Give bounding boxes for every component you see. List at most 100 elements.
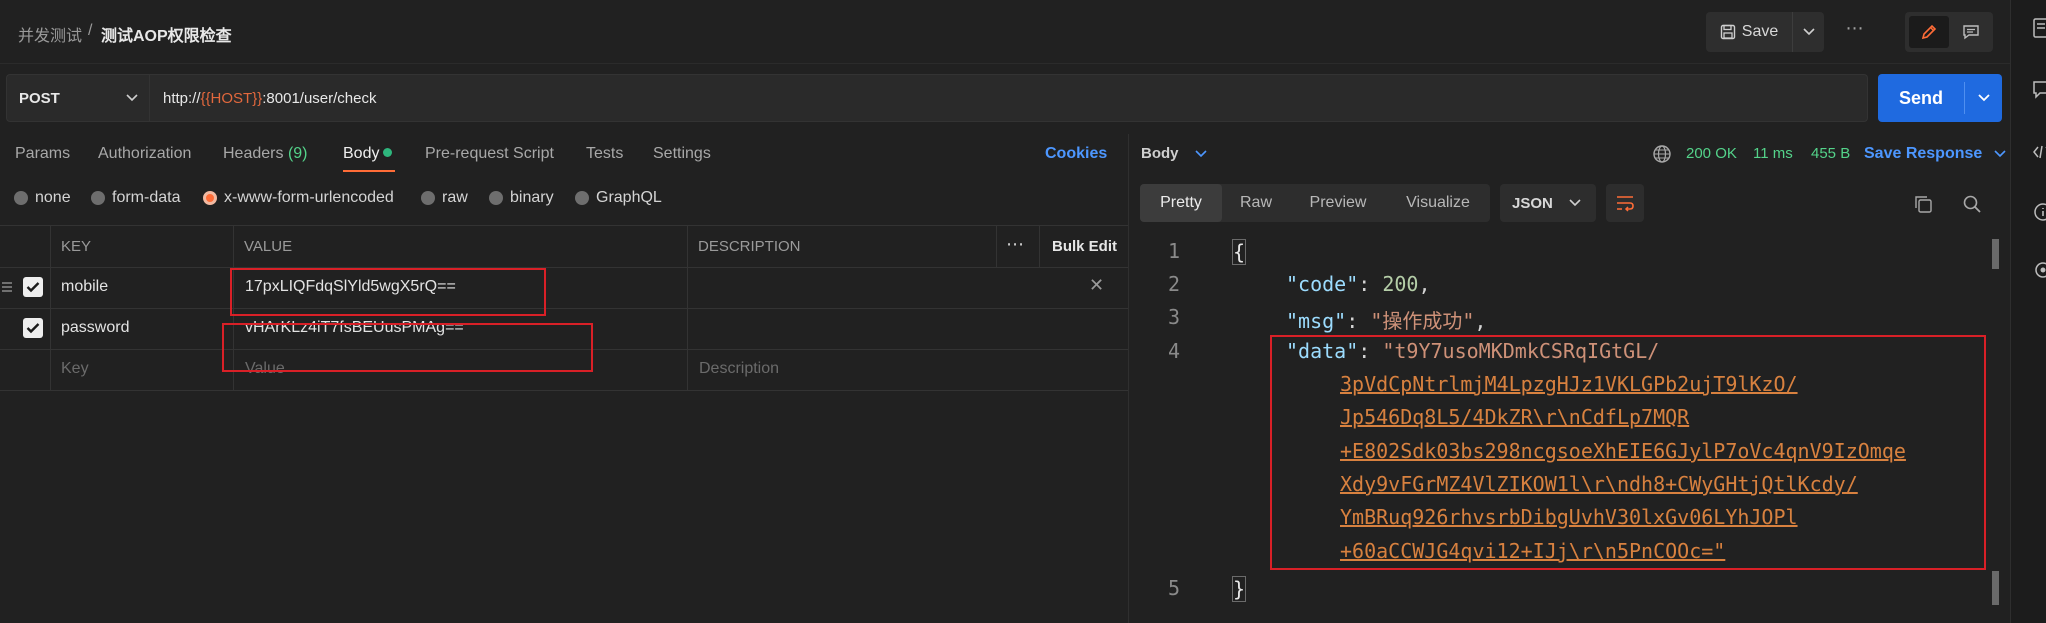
radio-binary[interactable]: binary [489, 189, 554, 207]
send-button-group: Send [1878, 74, 2002, 122]
documentation-icon[interactable] [2033, 18, 2046, 38]
line-number: 1 [1167, 239, 1180, 263]
tab-params[interactable]: Params [15, 145, 70, 163]
cookies-link[interactable]: Cookies [1045, 145, 1107, 163]
save-response-button[interactable]: Save Response [1864, 145, 2006, 163]
response-body-viewer[interactable]: 1 2 3 4 5 { "code": 200, "msg": "操作成功", … [1140, 235, 1999, 623]
comment-icon [1963, 25, 1979, 40]
pane-divider[interactable] [1128, 134, 1129, 623]
request-title[interactable]: 测试AOP权限检查 [101, 22, 232, 46]
params-table: KEY VALUE DESCRIPTION ⋯ Bulk Edit mobile… [0, 225, 1128, 391]
chevron-down-icon [1994, 150, 2006, 158]
row-checkbox[interactable] [23, 318, 43, 338]
checkmark-icon [26, 323, 40, 334]
breadcrumb-parent[interactable]: 并发测试 [18, 22, 82, 46]
url-prefix: http:// [163, 90, 201, 107]
checkmark-icon [26, 282, 40, 293]
tab-body-label: Body [343, 145, 380, 162]
header-key: KEY [61, 238, 92, 255]
globe-icon[interactable] [1652, 144, 1672, 164]
response-time[interactable]: 11 ms [1753, 145, 1793, 162]
radio-label: GraphQL [596, 189, 662, 206]
highlight-box [1270, 335, 1986, 570]
radio-form-data[interactable]: form-data [91, 189, 180, 207]
tab-headers[interactable]: Headers (9) [223, 145, 308, 163]
tab-visualize[interactable]: Visualize [1386, 184, 1490, 222]
edit-mode-button[interactable] [1909, 16, 1949, 48]
json-line-code: "code": 200, [1286, 272, 1431, 296]
tab-headers-label: Headers [223, 145, 284, 162]
code-icon[interactable] [2033, 142, 2046, 162]
tab-raw[interactable]: Raw [1222, 184, 1290, 222]
drag-handle-icon[interactable] [1, 280, 13, 294]
format-value: JSON [1512, 194, 1553, 212]
url-suffix: :8001/user/check [262, 90, 377, 107]
table-options-button[interactable]: ⋯ [1006, 234, 1024, 255]
breadcrumb-separator: / [88, 22, 93, 39]
radio-none[interactable]: none [14, 189, 71, 207]
save-label: Save [1741, 23, 1779, 40]
delete-row-icon[interactable]: ✕ [1089, 275, 1104, 296]
radio-button [575, 191, 589, 205]
copy-icon[interactable] [1913, 194, 1933, 214]
radio-x-www-form-urlencoded[interactable]: x-www-form-urlencoded [203, 189, 394, 207]
radio-graphql[interactable]: GraphQL [575, 189, 662, 207]
highlight-box [222, 323, 593, 372]
radio-label: form-data [112, 189, 181, 206]
mode-toggle [1905, 12, 1993, 52]
json-key: "code" [1286, 272, 1359, 296]
row-checkbox[interactable] [23, 277, 43, 297]
related-collections-icon[interactable] [2033, 260, 2046, 280]
save-button-group: Save [1706, 12, 1824, 52]
chevron-down-icon [1194, 149, 1207, 157]
param-key[interactable]: password [61, 319, 129, 337]
active-tab-indicator [343, 170, 395, 172]
comments-icon[interactable] [2033, 80, 2046, 100]
line-number: 2 [1167, 272, 1180, 296]
tab-pretty[interactable]: Pretty [1140, 184, 1222, 222]
status-code[interactable]: 200 OK [1686, 145, 1737, 162]
top-bar: 并发测试 / 测试AOP权限检查 Save ⋯ [0, 0, 2010, 64]
search-icon[interactable] [1962, 194, 1982, 214]
url-input[interactable]: http://{{HOST}}:8001/user/check [150, 74, 1868, 122]
json-line-msg: "msg": "操作成功", [1286, 309, 1487, 333]
tab-preview[interactable]: Preview [1290, 184, 1386, 222]
line-number: 4 [1167, 339, 1180, 363]
method-select[interactable]: POST [6, 74, 150, 122]
info-icon[interactable] [2033, 202, 2046, 222]
column-divider [996, 226, 997, 267]
radio-label: raw [442, 189, 468, 206]
chevron-down-icon [1977, 94, 1990, 102]
key-placeholder[interactable]: Key [61, 360, 89, 378]
radio-label: x-www-form-urlencoded [224, 189, 394, 206]
response-view-tabs: Pretty Raw Preview Visualize [1140, 184, 1490, 222]
chevron-down-icon [1802, 28, 1815, 36]
save-options-button[interactable] [1793, 12, 1824, 52]
send-options-button[interactable] [1965, 74, 2002, 122]
wrap-lines-button[interactable] [1606, 184, 1644, 222]
vertical-scrollbar[interactable] [1992, 239, 1999, 269]
json-string: "操作成功" [1370, 309, 1475, 333]
tab-body[interactable]: Body [343, 145, 393, 163]
tab-authorization[interactable]: Authorization [98, 145, 191, 163]
vertical-scrollbar[interactable] [1992, 571, 1999, 605]
response-body-label: Body [1141, 145, 1179, 162]
more-options-button[interactable]: ⋯ [1840, 18, 1870, 46]
response-size[interactable]: 455 B [1811, 145, 1850, 162]
save-button[interactable]: Save [1706, 12, 1792, 52]
format-select[interactable]: JSON [1500, 184, 1596, 222]
row-divider [0, 308, 1128, 309]
response-section-select[interactable]: Body [1141, 145, 1207, 162]
description-placeholder[interactable]: Description [699, 360, 779, 378]
param-key[interactable]: mobile [61, 278, 108, 296]
header-value: VALUE [244, 238, 293, 255]
comment-mode-button[interactable] [1951, 16, 1991, 48]
send-button[interactable]: Send [1878, 74, 1964, 122]
header-description: DESCRIPTION [698, 238, 801, 255]
bulk-edit-button[interactable]: Bulk Edit [1052, 238, 1117, 255]
radio-raw[interactable]: raw [421, 189, 468, 207]
radio-label: none [35, 189, 71, 206]
tab-settings[interactable]: Settings [653, 145, 711, 163]
tab-pre-request-script[interactable]: Pre-request Script [425, 145, 554, 163]
tab-tests[interactable]: Tests [586, 145, 623, 163]
